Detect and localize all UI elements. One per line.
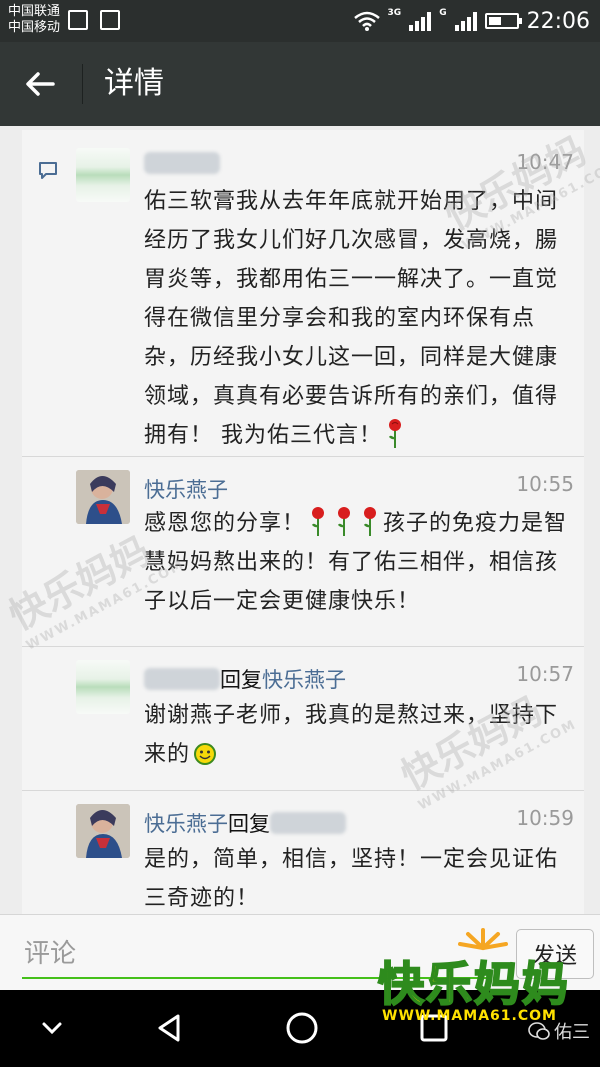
avatar[interactable] [76,660,130,714]
avatar-image [76,804,130,858]
wechat-icon [528,1022,550,1040]
back-arrow-icon [26,72,55,96]
status-bar: 中国联通 中国移动 3G G 22:06 [0,0,600,42]
avatar-image [76,470,130,524]
home-nav-icon[interactable] [282,1008,322,1048]
comment-text-before: 感恩您的分享！ [144,511,306,536]
comment-author-row: 回复快乐燕子 [144,664,346,694]
rose-emoji-icon [389,419,401,448]
image-notification-icon [68,10,88,30]
recents-nav-icon[interactable] [414,1008,454,1048]
title-bar: 详情 [0,42,600,126]
blurred-username [144,152,220,174]
comment-input[interactable] [22,931,492,979]
avatar[interactable] [76,148,130,202]
title-divider [82,64,83,104]
reply-target[interactable]: 快乐燕子 [262,668,346,692]
carrier-1: 中国联通 [8,4,61,19]
comment-bubble-icon [39,162,57,179]
comment-item: 10:47 佑三软膏我从去年年底就开始用了，中间经历了我女儿们好几次感冒，发高烧… [22,130,584,457]
network-label-1: 3G [387,8,402,18]
rose-emoji-icon [312,507,325,536]
back-button[interactable] [18,62,62,106]
carrier-info: 中国联通 中国移动 [8,4,60,36]
comments-area[interactable]: 10:47 佑三软膏我从去年年底就开始用了，中间经历了我女儿们好几次感冒，发高烧… [0,126,600,914]
blurred-reply-target[interactable] [270,812,346,834]
carrier-2: 中国移动 [8,20,61,35]
avatar[interactable] [76,804,130,858]
comment-text-content: 佑三软膏我从去年年底就开始用了，中间经历了我女儿们好几次感冒，发高烧，腸胃炎等，… [144,189,559,448]
page-title: 详情 [104,66,164,101]
comment-text: 是的，简单，相信，坚持！一定会见证佑三奇迹的！ [144,847,559,911]
comment-author-row: 快乐燕子回复 [144,808,346,838]
battery-icon [484,13,522,29]
network-label-2: G [439,8,447,18]
back-nav-icon[interactable] [150,1008,190,1048]
comment-item: 快乐燕子回复 10:59 是的，简单，相信，坚持！一定会见证佑三奇迹的！ [22,790,584,914]
comment-time: 10:57 [516,662,574,686]
comment-time: 10:55 [516,472,574,496]
comment-author[interactable] [144,152,220,176]
comment-text: 佑三软膏我从去年年底就开始用了，中间经历了我女儿们好几次感冒，发高烧，腸胃炎等，… [144,182,568,455]
account-watermark: 佑三 [528,1018,590,1044]
navigation-bar: 佑三 [0,990,600,1067]
rose-emoji-icon [364,507,377,536]
comment-item: 回复快乐燕子 10:57 谢谢燕子老师，我真的是熬过来，坚持下来的 [22,646,584,791]
comment-text: 感恩您的分享！ 孩子的免疫力是智慧妈妈熬出来的！有了佑三相伴，相信孩子以后一定会更… [144,504,568,621]
signal-icon-1 [409,11,432,31]
comment-author[interactable]: 快乐燕子 [144,812,228,836]
comment-time: 10:47 [516,150,574,174]
avatar[interactable] [76,470,130,524]
comment-text: 谢谢燕子老师，我真的是熬过来，坚持下来的 [144,696,568,774]
clock: 22:06 [526,8,590,34]
comment-list: 10:47 佑三软膏我从去年年底就开始用了，中间经历了我女儿们好几次感冒，发高烧… [22,130,584,914]
signal-icon-2 [454,11,477,31]
reply-label: 回复 [220,668,262,692]
comment-author[interactable]: 快乐燕子 [144,474,228,504]
wifi-icon [353,11,380,31]
hide-keyboard-icon[interactable] [32,1008,72,1048]
reply-label: 回复 [228,812,270,836]
comment-time: 10:59 [516,806,574,830]
send-button[interactable]: 发送 [516,929,594,979]
comment-input-bar: 发送 [0,914,600,991]
comment-item: 快乐燕子 10:55 感恩您的分享！ 孩子的免疫力是智慧妈妈熬出来的！有了佑三相伴… [22,456,584,647]
blurred-username[interactable] [144,668,220,690]
account-name: 佑三 [554,1022,590,1043]
smiley-emoji-icon [194,743,217,765]
upload-notification-icon [100,10,120,30]
rose-emoji-icon [338,507,351,536]
status-right: 3G G 22:06 [353,6,590,36]
